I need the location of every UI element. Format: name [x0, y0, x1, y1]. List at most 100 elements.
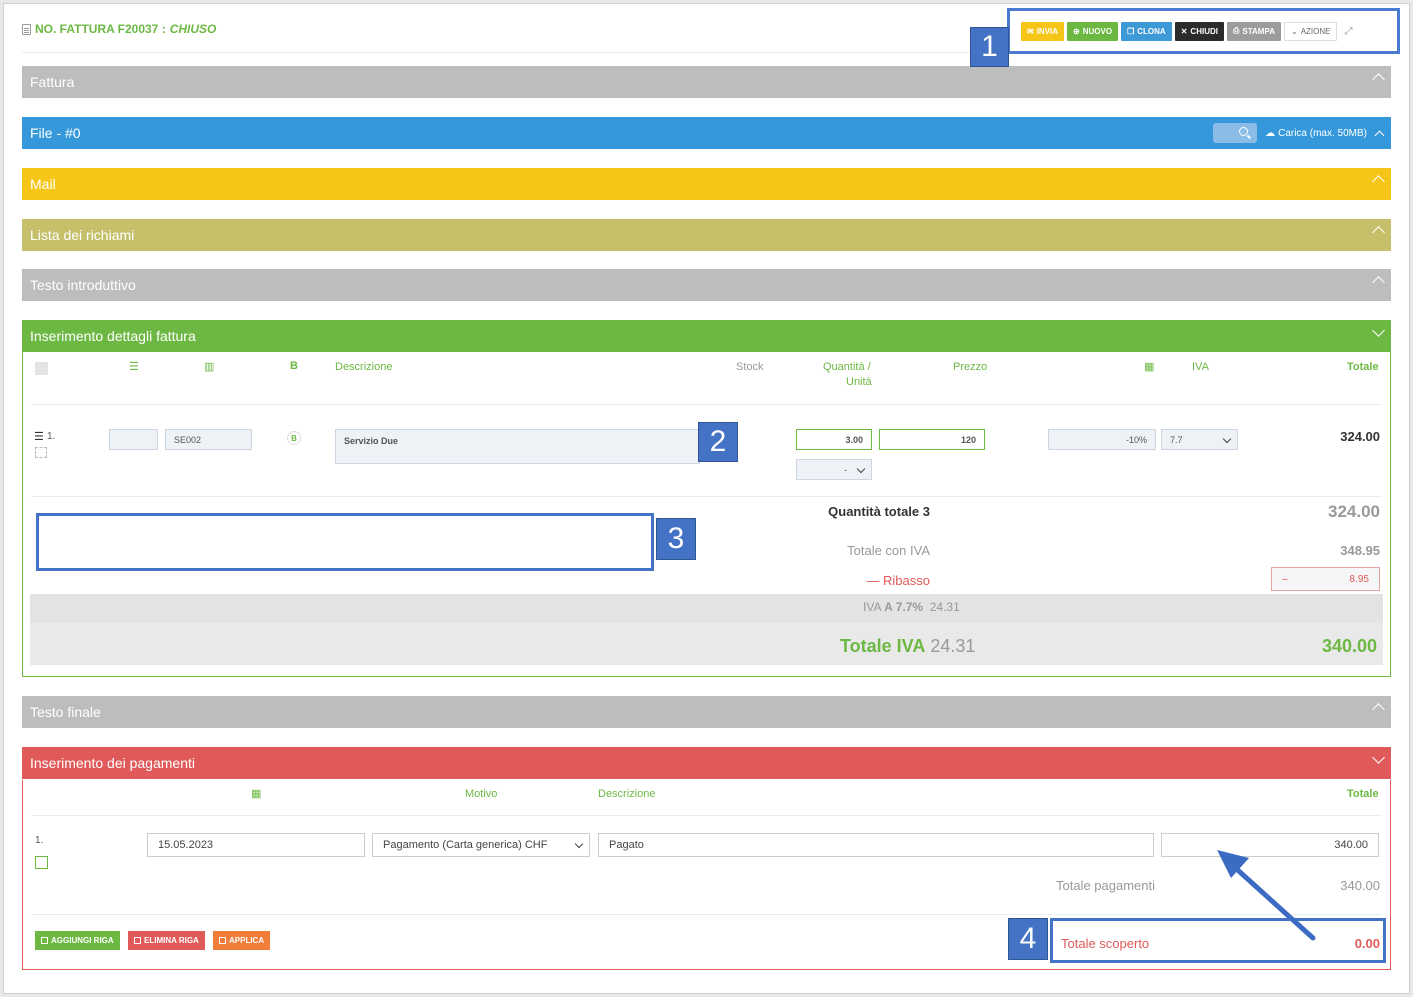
row-vat-select[interactable]: 7.7 [1161, 429, 1238, 450]
row-total: 324.00 [1340, 429, 1380, 444]
save-icon [219, 937, 226, 944]
vat-line-band: IVA A 7.7% 24.31 [30, 594, 1383, 623]
action-toolbar: ✉ INVIA ⊕ NUOVO ❐ CLONA ✕ CHIUDI ⎙ STAMP… [1007, 8, 1400, 54]
discount-label: — Ribasso [866, 573, 930, 588]
payment-row-index: 1. [35, 835, 44, 846]
chevron-down-icon [1372, 751, 1385, 764]
close-button[interactable]: ✕ CHIUDI [1174, 21, 1224, 41]
panel-file[interactable]: File - #0 ☁ Carica (max. 50MB) [22, 117, 1391, 149]
add-row-button[interactable]: AGGIUNGI RIGA [35, 931, 120, 950]
delete-row-button[interactable]: ELIMINA RIGA [128, 931, 205, 950]
row-quantity-field[interactable]: 3.00 [796, 429, 872, 450]
clone-button[interactable]: ❐ CLONA [1121, 21, 1172, 41]
chevron-up-icon [1372, 175, 1385, 188]
callout-3: 3 [656, 518, 696, 560]
row-divider [31, 496, 1382, 497]
row-extra-field[interactable] [109, 429, 158, 450]
payment-reason-select[interactable]: Pagamento (Carta generica) CHF [372, 833, 590, 857]
action-dropdown-button[interactable]: ⌄ AZIONE [1283, 21, 1338, 41]
panel-pagamenti[interactable]: Inserimento dei pagamenti [22, 747, 1391, 779]
column-descrizione: Descrizione [598, 788, 656, 800]
row-price-field[interactable]: 120 [879, 429, 985, 450]
chevron-down-icon [856, 464, 866, 474]
page-title: NO. FATTURA F20037 : CHIUSO [22, 22, 216, 36]
total-payments-label: Totale pagamenti [1055, 878, 1155, 893]
header-divider [31, 404, 1382, 405]
column-iva: IVA [1192, 361, 1209, 373]
callout-4: 4 [1008, 918, 1048, 960]
apply-button[interactable]: APPLICA [213, 931, 271, 950]
chevron-up-icon [1372, 703, 1385, 716]
callout-2: 2 [698, 422, 738, 462]
app-frame: NO. FATTURA F20037 : CHIUSO ✉ INVIA ⊕ NU… [3, 3, 1410, 994]
chevron-up-icon [1374, 130, 1385, 140]
total-quantity-value: 324.00 [1328, 502, 1380, 521]
discount-field[interactable]: – 8.95 [1271, 567, 1380, 591]
payment-description-field[interactable]: Pagato [598, 833, 1154, 857]
envelope-icon: ✉ [1027, 26, 1034, 36]
file-tools: ☁ Carica (max. 50MB) [1213, 123, 1385, 143]
row-description-field[interactable]: Servizio Due [335, 429, 700, 464]
panel-testo-finale[interactable]: Testo finale [22, 696, 1391, 728]
chevron-up-icon [1372, 276, 1385, 289]
file-search-button[interactable] [1213, 123, 1258, 143]
row-unit-select[interactable]: - [796, 459, 872, 480]
list-icon: ☰ [129, 361, 139, 373]
upload-button[interactable]: ☁ Carica (max. 50MB) [1265, 128, 1385, 140]
new-button[interactable]: ⊕ NUOVO [1067, 21, 1119, 41]
column-quantita: Quantità / [823, 361, 871, 373]
minus-icon: – [1282, 573, 1288, 585]
panel-testo-introduttivo[interactable]: Testo introduttivo [22, 269, 1391, 301]
chevron-down-icon [1372, 324, 1385, 337]
total-with-vat-value: 348.95 [1340, 543, 1380, 558]
select-all-checkbox[interactable] [35, 362, 48, 375]
invoice-status: CHIUSO [169, 22, 217, 36]
search-icon [1239, 127, 1249, 136]
panel-fattura[interactable]: Fattura [22, 66, 1391, 98]
annotation-arrow [1217, 850, 1316, 941]
calculator-icon: ▦ [1144, 361, 1155, 373]
chevron-down-icon [1222, 434, 1232, 444]
copy-icon: ❐ [1127, 26, 1135, 36]
total-payments-value: 340.00 [1340, 878, 1380, 893]
callout-1: 1 [970, 27, 1009, 67]
table-icon [41, 937, 48, 944]
column-stock: Stock [736, 361, 764, 373]
print-button[interactable]: ⎙ STAMPA [1226, 21, 1281, 41]
panel-dettagli-fattura[interactable]: Inserimento dettagli fattura [22, 320, 1391, 352]
footer-divider [31, 914, 1382, 915]
table-icon [134, 937, 141, 944]
payment-date-field[interactable]: 15.05.2023 [147, 833, 365, 857]
vat-line-label: IVA A 7.7% 24.31 [863, 600, 960, 614]
barcode-icon: ▥ [204, 361, 215, 373]
total-vat-label: Totale IVA 24.31 [840, 636, 976, 656]
highlight-box-3 [36, 513, 654, 571]
chevron-up-icon [1372, 73, 1385, 86]
row-discount-field[interactable]: -10% [1048, 429, 1156, 450]
chevron-up-icon [1372, 226, 1385, 239]
column-b: B [290, 360, 298, 372]
close-icon: ✕ [1180, 26, 1188, 36]
panel-richiami[interactable]: Lista dei richiami [22, 219, 1391, 251]
grand-total: 340.00 [1321, 636, 1377, 656]
total-with-vat-label: Totale con IVA [847, 543, 930, 558]
expand-icon[interactable]: ⤢ [1344, 26, 1352, 37]
calendar-icon: ▦ [251, 788, 262, 800]
column-unita: Unità [846, 376, 872, 388]
header-divider [31, 815, 1382, 816]
b-badge[interactable]: B [287, 431, 301, 445]
column-descrizione: Descrizione [335, 361, 393, 373]
column-motivo: Motivo [465, 788, 498, 800]
plus-circle-icon: ⊕ [1073, 26, 1080, 36]
minus-icon: — [866, 573, 884, 588]
chevron-down-icon [574, 839, 584, 849]
column-totale: Totale [1347, 788, 1379, 800]
row-checkbox[interactable] [35, 447, 47, 458]
chevron-down-icon: ⌄ [1290, 26, 1298, 36]
total-quantity-label: Quantità totale 3 [828, 504, 930, 519]
row-code-field[interactable]: SE002 [165, 429, 252, 450]
payment-row-checkbox[interactable] [35, 856, 48, 869]
drag-handle-icon[interactable]: ☰ [34, 430, 44, 443]
panel-mail[interactable]: Mail [22, 168, 1391, 200]
send-button[interactable]: ✉ INVIA [1021, 21, 1065, 41]
